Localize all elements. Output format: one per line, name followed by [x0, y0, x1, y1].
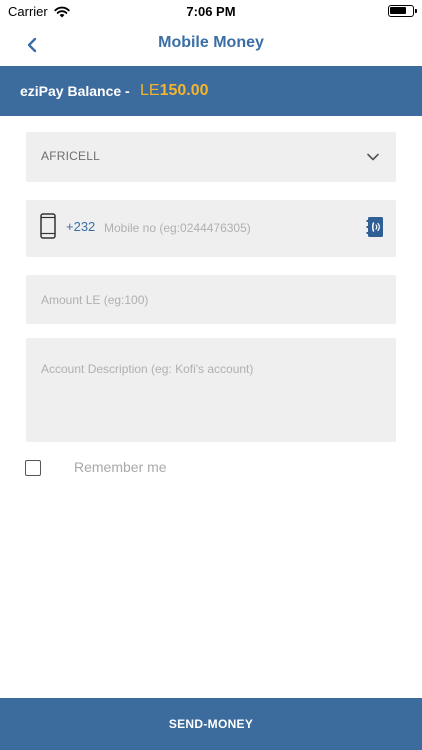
- remember-me-checkbox[interactable]: [25, 460, 41, 476]
- balance-amount: 150.00: [159, 82, 209, 99]
- battery-icon: [388, 5, 417, 17]
- balance-currency: LE: [140, 82, 160, 99]
- description-field: [26, 338, 396, 442]
- chevron-down-icon: [367, 153, 379, 161]
- dial-code: +232: [66, 219, 96, 234]
- status-bar: Carrier 7:06 PM: [0, 0, 422, 24]
- mobile-phone-icon: [40, 213, 56, 239]
- balance-value: LE150.00: [140, 82, 209, 100]
- send-money-button[interactable]: SEND-MONEY: [0, 698, 422, 750]
- account-description-input[interactable]: [41, 362, 381, 432]
- page-title: Mobile Money: [158, 34, 264, 51]
- balance-banner: eziPay Balance - LE150.00: [0, 66, 422, 116]
- mobile-number-input[interactable]: [104, 218, 284, 238]
- remember-me-label: Remember me: [74, 459, 167, 475]
- balance-label: eziPay Balance -: [20, 83, 130, 99]
- contacts-book-icon[interactable]: [366, 216, 384, 238]
- clock: 7:06 PM: [186, 4, 236, 19]
- network-select[interactable]: AFRICELL: [26, 132, 396, 182]
- phone-field: +232: [26, 200, 396, 257]
- nav-bar: Mobile Money: [0, 24, 422, 66]
- amount-field: [26, 275, 396, 324]
- network-selected-value: AFRICELL: [41, 149, 100, 163]
- amount-input[interactable]: [41, 290, 371, 310]
